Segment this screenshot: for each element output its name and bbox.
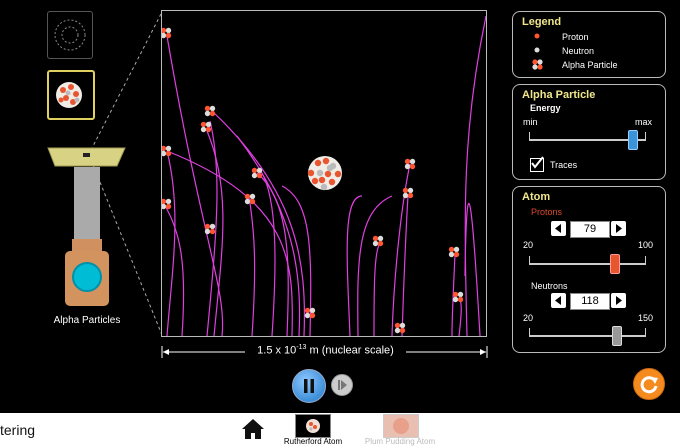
neutrons-slider-thumb[interactable] — [612, 326, 622, 346]
scale-prefix: 1.5 x 10 — [257, 344, 297, 357]
right-arrow-icon — [616, 224, 622, 233]
traces-label: Traces — [550, 160, 578, 170]
protons-value: 79 — [570, 221, 610, 238]
nucleus-icon — [306, 419, 320, 433]
left-arrow-icon — [555, 296, 561, 305]
atom-panel-title: Atom — [522, 191, 551, 203]
alpha-particle — [204, 223, 216, 235]
scale-exponent: -13 — [296, 344, 307, 351]
alpha-particle — [160, 198, 172, 210]
particle-trace — [166, 150, 176, 337]
alpha-particle — [204, 105, 216, 117]
scale-label: 1.5 x 10-13 m (nuclear scale) — [245, 344, 406, 357]
home-icon — [242, 419, 264, 439]
energy-label: Energy — [530, 103, 561, 113]
check-icon — [531, 156, 544, 169]
scale-bar: 1.5 x 10-13 m (nuclear scale) — [161, 343, 488, 361]
particle-trace — [249, 202, 256, 337]
scattering-view — [160, 10, 487, 337]
alpha-particle — [160, 145, 172, 157]
right-arrow-icon — [616, 296, 622, 305]
alpha-particle — [394, 322, 406, 334]
proton-dot-icon — [534, 33, 540, 39]
particle-trace — [166, 35, 224, 337]
protons-increment-button[interactable] — [611, 221, 626, 236]
particle-trace — [401, 195, 409, 337]
alpha-panel-title: Alpha Particle — [522, 89, 596, 101]
alpha-particle — [200, 121, 212, 133]
atom-panel: Atom Protons 79 20 100 Neutrons 118 20 1… — [512, 186, 666, 353]
neutrons-min-tick — [529, 328, 530, 335]
particle-trace — [464, 15, 487, 337]
protons-max-label: 100 — [638, 240, 654, 250]
alpha-particle — [448, 246, 460, 258]
particle-trace — [261, 172, 276, 337]
home-button[interactable] — [240, 417, 266, 441]
legend-neutron-label: Neutron — [562, 46, 595, 56]
particle-trace — [163, 203, 185, 337]
alpha-particle — [160, 27, 172, 39]
reset-icon — [640, 376, 658, 394]
protons-slider-thumb[interactable] — [610, 254, 620, 274]
protons-slider-track[interactable] — [529, 263, 646, 265]
step-button[interactable] — [331, 374, 353, 396]
protons-label: Protons — [531, 207, 563, 217]
screen-tab-rutherford-atom[interactable]: Rutherford Atom — [278, 414, 348, 447]
particle-trace — [373, 242, 381, 337]
gun-icon — [47, 147, 126, 306]
pause-button[interactable] — [292, 369, 326, 403]
energy-max-label: max — [635, 117, 653, 127]
alpha-particle-panel: Alpha Particle Energy min max Traces — [512, 84, 666, 180]
particle-trace — [458, 298, 462, 337]
reset-all-button[interactable] — [633, 368, 665, 400]
protons-min-tick — [529, 256, 530, 263]
protons-min-label: 20 — [523, 240, 534, 250]
neutrons-slider-track[interactable] — [529, 335, 646, 337]
legend-panel: Legend Proton Neutron Alpha Particle — [512, 11, 666, 78]
plum-pudding-tab-label: Plum Pudding Atom — [364, 437, 436, 446]
neutrons-decrement-button[interactable] — [551, 293, 566, 308]
particle-trace — [236, 135, 301, 337]
neutrons-increment-button[interactable] — [611, 293, 626, 308]
alpha-particle-gun[interactable]: Alpha Particles — [45, 140, 130, 340]
legend-proton-label: Proton — [562, 32, 589, 42]
particle-traces — [160, 15, 487, 337]
pause-icon — [304, 379, 314, 393]
protons-max-tick — [645, 256, 646, 263]
particle-trace — [211, 110, 306, 337]
plum-pudding-thumbnail — [383, 414, 419, 438]
traces-checkbox[interactable] — [530, 156, 544, 172]
legend-icons — [532, 33, 543, 70]
rutherford-thumbnail — [295, 414, 331, 438]
energy-slider-thumb[interactable] — [627, 130, 638, 150]
neutrons-label: Neutrons — [531, 281, 568, 291]
particle-trace — [256, 172, 289, 337]
sim-title: tering — [0, 422, 36, 438]
protons-decrement-button[interactable] — [551, 221, 566, 236]
neutron-dot-icon — [534, 47, 540, 53]
neutrons-max-label: 150 — [638, 313, 654, 323]
particle-trace — [464, 202, 481, 337]
rutherford-tab-label: Rutherford Atom — [283, 437, 343, 446]
left-arrow-icon — [555, 224, 561, 233]
energy-min-tick — [529, 132, 530, 139]
gun-label: Alpha Particles — [53, 315, 121, 326]
legend-title: Legend — [522, 16, 562, 28]
alpha-particle — [452, 291, 464, 303]
neutrons-max-tick — [645, 328, 646, 335]
step-icon — [338, 380, 347, 390]
scale-suffix: m (nuclear scale) — [306, 344, 394, 357]
plum-pudding-icon — [393, 418, 409, 434]
alpha-particle — [372, 235, 384, 247]
navigation-bar: tering Rutherford Atom Plum Pudding Atom — [0, 413, 680, 447]
alpha-particle-icon — [532, 59, 543, 70]
screen-tab-plum-pudding-atom[interactable]: Plum Pudding Atom — [358, 414, 442, 447]
gold-nucleus — [307, 156, 342, 191]
particle-trace — [346, 195, 363, 337]
legend-alpha-label: Alpha Particle — [562, 60, 618, 70]
neutrons-min-label: 20 — [523, 313, 534, 323]
energy-max-tick — [645, 132, 646, 139]
energy-min-label: min — [523, 117, 538, 127]
neutrons-value: 118 — [570, 293, 610, 310]
